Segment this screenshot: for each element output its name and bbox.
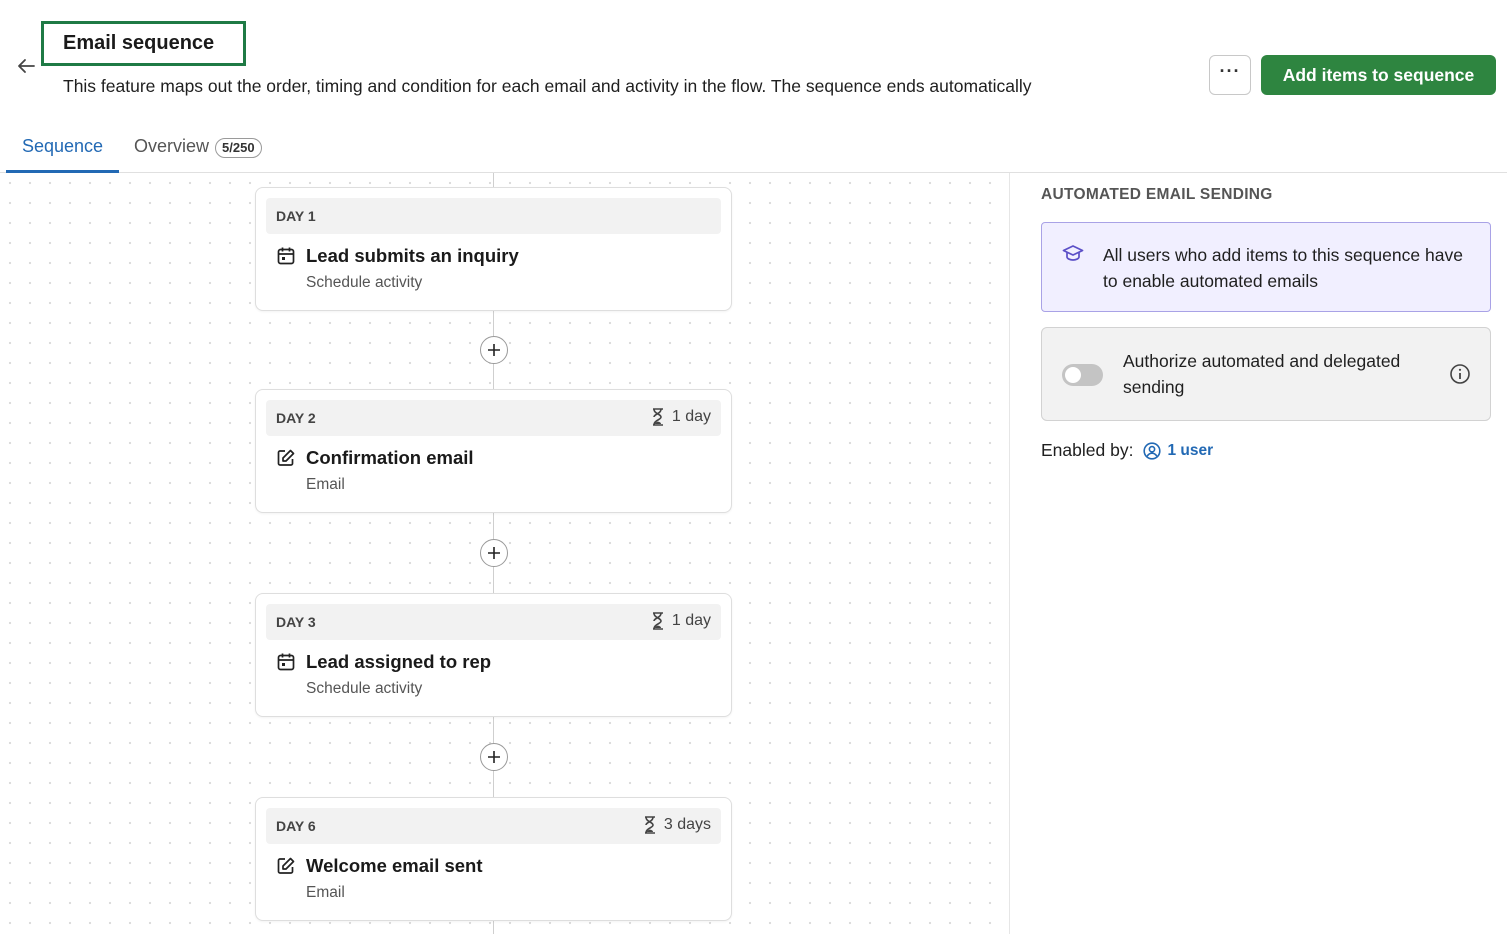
delay-label: 3 days bbox=[663, 816, 711, 833]
hourglass-icon bbox=[652, 408, 663, 426]
card-subtitle: Schedule activity bbox=[306, 274, 423, 291]
page-description: This feature maps out the order, timing … bbox=[63, 76, 1032, 96]
edit-icon bbox=[277, 449, 295, 466]
tab-sequence[interactable]: Sequence bbox=[6, 128, 119, 173]
toggle-knob bbox=[1065, 367, 1081, 383]
enabled-by-row: Enabled by: 1 user bbox=[1041, 440, 1213, 461]
automated-email-info-text: All users who add items to this sequence… bbox=[1103, 245, 1463, 291]
graduation-cap-icon bbox=[1062, 245, 1084, 261]
sequence-card-day-1[interactable]: DAY 1 Lead submits an inquiry Schedule a… bbox=[255, 187, 732, 311]
plus-icon bbox=[488, 344, 500, 356]
day-label: DAY 6 bbox=[276, 818, 316, 834]
authorize-sending-box: Authorize automated and delegated sendin… bbox=[1041, 327, 1491, 421]
card-header: DAY 1 bbox=[266, 198, 721, 234]
more-dots-icon: ··· bbox=[1219, 61, 1241, 81]
automated-email-heading: AUTOMATED EMAIL SENDING bbox=[1041, 186, 1273, 203]
calendar-icon bbox=[277, 653, 295, 671]
card-title: Lead assigned to rep bbox=[306, 651, 492, 672]
card-subtitle: Email bbox=[306, 884, 345, 901]
add-step-button[interactable] bbox=[480, 336, 508, 364]
authorize-sending-label: Authorize automated and delegated sendin… bbox=[1123, 351, 1401, 397]
plus-icon bbox=[488, 751, 500, 763]
back-arrow-icon[interactable] bbox=[14, 54, 38, 78]
card-title: Welcome email sent bbox=[306, 855, 483, 876]
hourglass-icon bbox=[652, 612, 663, 630]
hourglass-icon bbox=[644, 816, 655, 834]
page-title-box: Email sequence bbox=[41, 21, 246, 66]
add-items-to-sequence-button[interactable]: Add items to sequence bbox=[1261, 55, 1496, 95]
page-title: Email sequence bbox=[63, 32, 215, 54]
info-icon[interactable] bbox=[1449, 363, 1471, 385]
enabled-users-count: 1 user bbox=[1167, 441, 1214, 459]
day-label: DAY 3 bbox=[276, 614, 316, 630]
user-circle-icon bbox=[1143, 441, 1162, 460]
card-header: DAY 6 3 days bbox=[266, 808, 721, 844]
sequence-canvas[interactable]: DAY 1 Lead submits an inquiry Schedule a… bbox=[0, 173, 1010, 934]
card-header: DAY 2 1 day bbox=[266, 400, 721, 436]
sequence-card-day-6[interactable]: DAY 6 3 days Welcome email sent Email bbox=[255, 797, 732, 921]
authorize-sending-toggle[interactable] bbox=[1062, 364, 1103, 386]
card-header: DAY 3 1 day bbox=[266, 604, 721, 640]
tab-overview-label: Overview bbox=[134, 136, 210, 156]
sequence-card-day-2[interactable]: DAY 2 1 day Confirmation email Email bbox=[255, 389, 732, 513]
card-title: Lead submits an inquiry bbox=[306, 245, 519, 266]
delay-indicator: 1 day bbox=[652, 612, 711, 630]
tab-overview[interactable]: Overview 5/250 bbox=[134, 128, 262, 173]
edit-icon bbox=[277, 857, 295, 874]
enabled-users-link[interactable]: 1 user bbox=[1143, 442, 1213, 460]
day-label: DAY 2 bbox=[276, 410, 316, 426]
card-subtitle: Email bbox=[306, 476, 345, 493]
enabled-by-label: Enabled by: bbox=[1041, 440, 1134, 460]
day-label: DAY 1 bbox=[276, 208, 316, 224]
add-step-button[interactable] bbox=[480, 539, 508, 567]
overview-count-badge: 5/250 bbox=[215, 138, 262, 158]
delay-label: 1 day bbox=[671, 612, 711, 629]
card-subtitle: Schedule activity bbox=[306, 680, 423, 697]
add-step-button[interactable] bbox=[480, 743, 508, 771]
more-options-button[interactable]: ··· bbox=[1209, 55, 1251, 95]
delay-label: 1 day bbox=[671, 408, 711, 425]
tab-sequence-label: Sequence bbox=[21, 136, 104, 156]
card-title: Confirmation email bbox=[306, 447, 474, 468]
automated-email-info-box: All users who add items to this sequence… bbox=[1041, 222, 1491, 312]
tab-bar: Sequence Overview 5/250 bbox=[0, 128, 1507, 173]
plus-icon bbox=[488, 547, 500, 559]
calendar-icon bbox=[277, 247, 295, 265]
delay-indicator: 1 day bbox=[652, 408, 711, 426]
delay-indicator: 3 days bbox=[644, 816, 711, 834]
sequence-card-day-3[interactable]: DAY 3 1 day Lead assigned to rep Schedul… bbox=[255, 593, 732, 717]
